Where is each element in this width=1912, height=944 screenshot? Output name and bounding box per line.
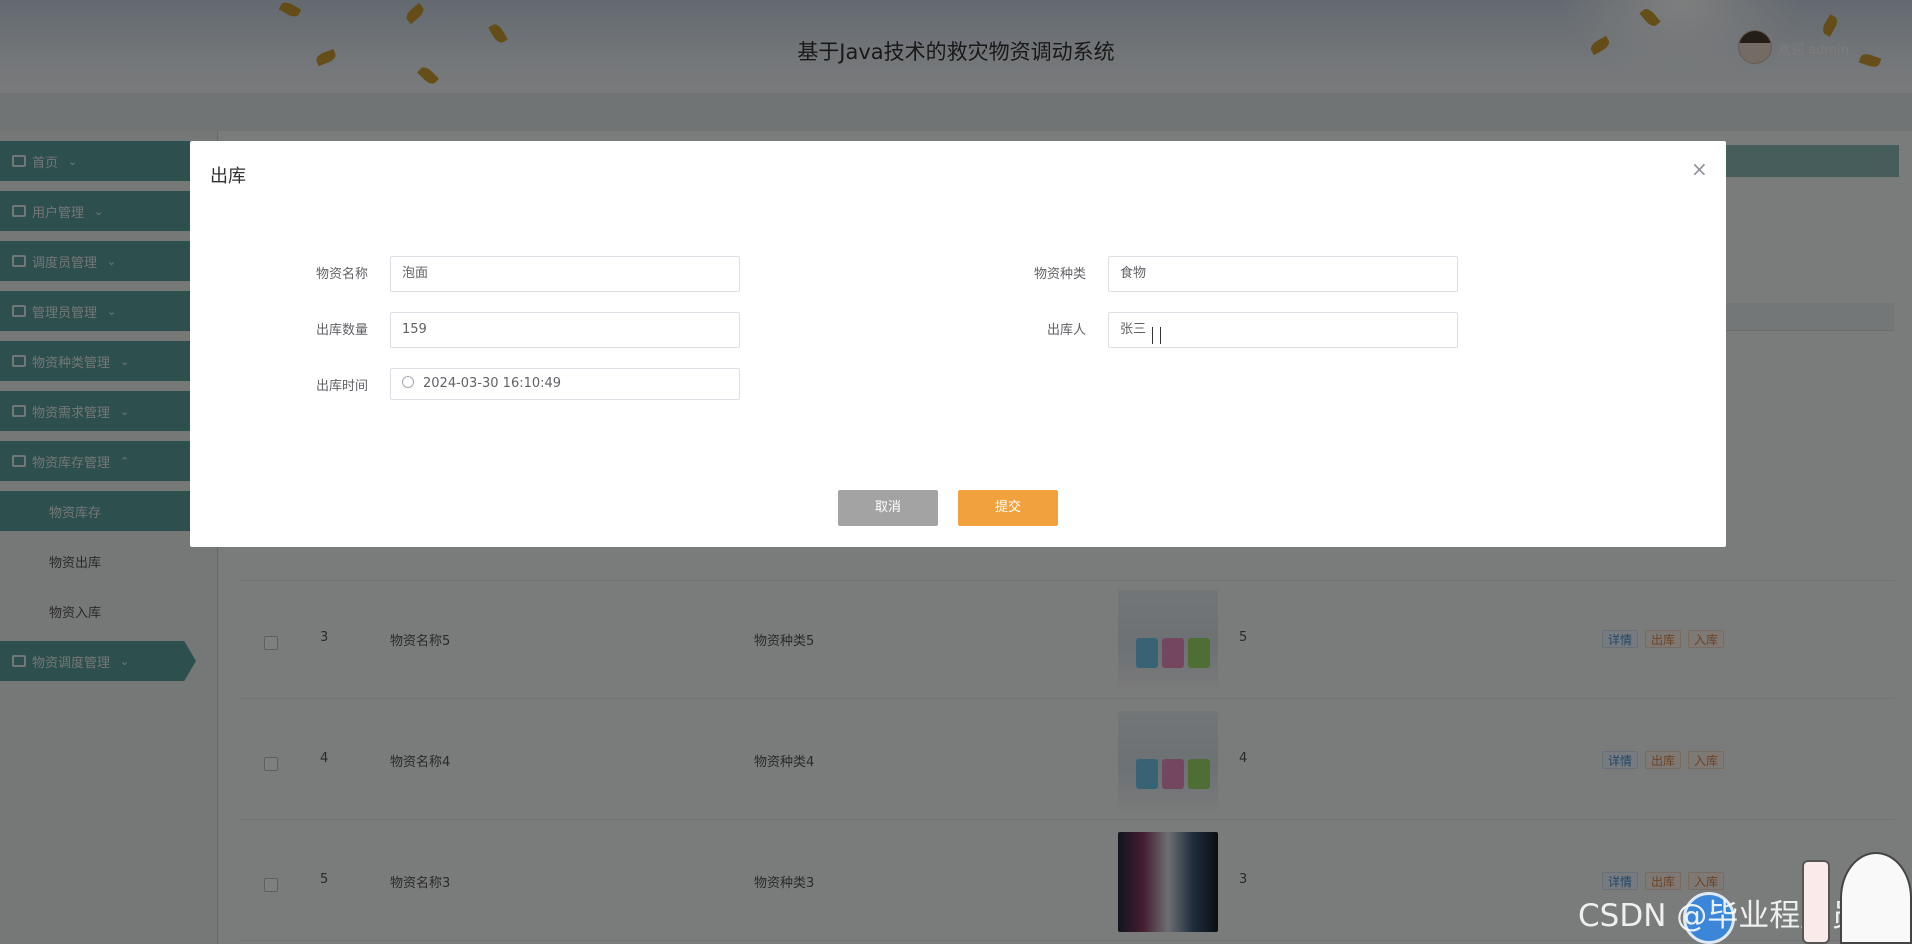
field-label-time: 出库时间 bbox=[315, 379, 368, 394]
mascot-decoration bbox=[1802, 860, 1830, 944]
field-label-person: 出库人 bbox=[1046, 323, 1086, 338]
text-cursor-icon bbox=[1152, 327, 1161, 344]
outbound-time-picker[interactable]: 2024-03-30 16:10:49 bbox=[390, 368, 740, 400]
outbound-qty-input[interactable]: 159 bbox=[390, 312, 740, 348]
mascot-icon bbox=[1840, 852, 1912, 944]
outbound-time-value: 2024-03-30 16:10:49 bbox=[423, 376, 562, 391]
field-label-name: 物资名称 bbox=[315, 267, 368, 282]
dialog-title: 出库 bbox=[210, 166, 246, 187]
cancel-button[interactable]: 取消 bbox=[838, 490, 938, 526]
close-icon[interactable]: × bbox=[1691, 159, 1708, 179]
field-label-qty: 出库数量 bbox=[315, 323, 368, 338]
material-type-input[interactable]: 食物 bbox=[1108, 256, 1458, 292]
outbound-dialog: 出库 × 物资名称 泡面 物资种类 食物 出库数量 159 出库人 张三 出库时… bbox=[190, 141, 1726, 547]
submit-button[interactable]: 提交 bbox=[958, 490, 1058, 526]
field-label-type: 物资种类 bbox=[1033, 267, 1086, 282]
material-name-input[interactable]: 泡面 bbox=[390, 256, 740, 292]
clock-icon bbox=[402, 376, 414, 388]
